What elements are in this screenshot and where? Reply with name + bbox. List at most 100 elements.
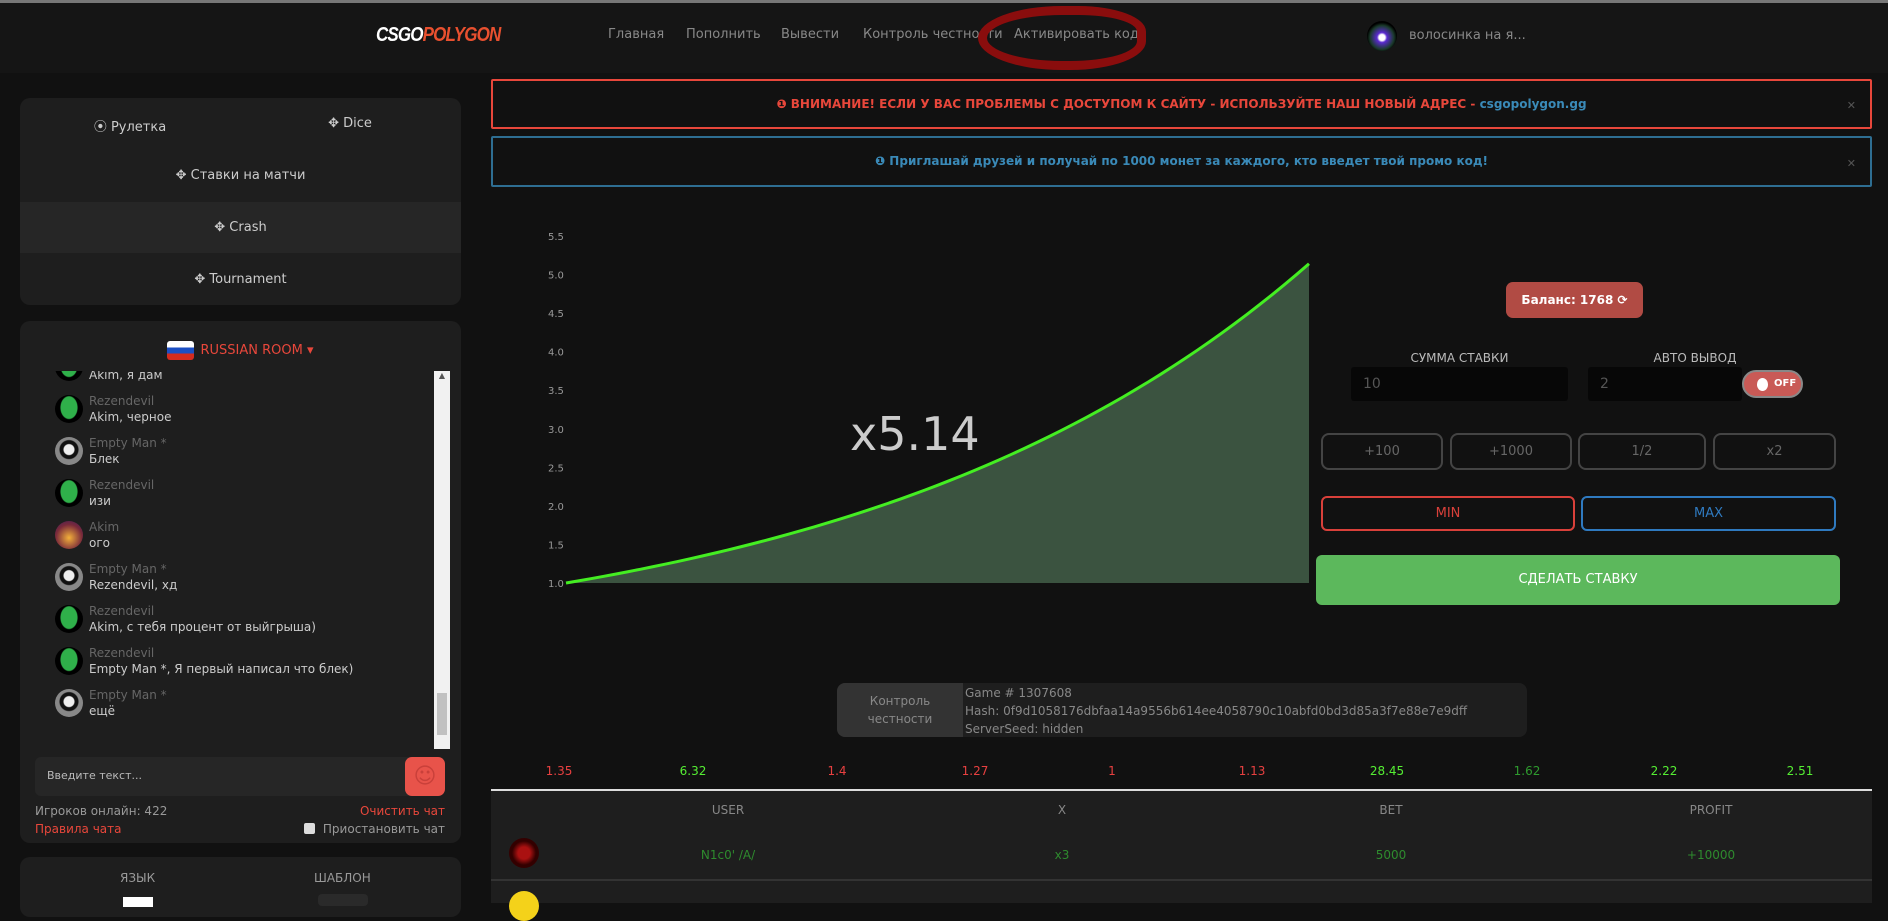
checkbox[interactable] (303, 823, 315, 834)
col-profit: PROFIT (1689, 803, 1733, 817)
double-button[interactable]: x2 (1713, 433, 1836, 470)
chat-text: Akim, с тебя процент от выйгрыша) (89, 620, 316, 634)
toggle-knob (1757, 378, 1768, 391)
half-button[interactable]: 1/2 (1578, 433, 1706, 470)
bet-amount-input[interactable]: 10 (1351, 367, 1568, 401)
language-label: ЯЗЫК (120, 871, 156, 885)
chat-text: Empty Man *, Я первый написал что блек) (89, 662, 354, 676)
chat-username[interactable]: Empty Man * (89, 562, 167, 576)
logo[interactable]: CSGOPOLYGON (376, 24, 501, 47)
user-avatar[interactable] (1367, 21, 1397, 51)
nav-withdraw[interactable]: Вывести (781, 27, 839, 42)
add-100-button[interactable]: +100 (1321, 433, 1443, 470)
row-divider (491, 879, 1872, 881)
y-tick-label: 2.0 (548, 502, 564, 513)
chat-avatar[interactable] (55, 521, 83, 549)
y-tick-label: 1.0 (548, 579, 564, 590)
history-value: 2.51 (1786, 764, 1814, 778)
chat-text: Rezendevil, хд (89, 578, 178, 592)
add-1000-button[interactable]: +1000 (1450, 433, 1572, 470)
pause-chat-checkbox[interactable]: Приостановить чат (303, 822, 445, 836)
chat-username[interactable]: Empty Man * (89, 436, 167, 450)
chat-username[interactable]: Rezendevil (89, 646, 154, 660)
chat-avatar[interactable] (55, 395, 83, 423)
game-crash[interactable]: ✥ Crash (20, 220, 461, 235)
chat-rules-link[interactable]: Правила чата (35, 822, 122, 836)
auto-cashout-toggle[interactable]: OFF (1742, 370, 1803, 398)
history-value: 6.32 (679, 764, 707, 778)
game-tournament[interactable]: ✥ Tournament (20, 272, 461, 287)
y-tick-label: 3.5 (548, 386, 564, 397)
game-matches[interactable]: ✥ Ставки на матчи (20, 168, 461, 183)
y-tick-label: 4.0 (548, 348, 564, 359)
warning-alert: ❶ ВНИМАНИЕ! ЕСЛИ У ВАС ПРОБЛЕМЫ С ДОСТУП… (491, 79, 1872, 129)
col-bet: BET (1379, 803, 1403, 817)
chat-avatar[interactable] (55, 647, 83, 675)
nav-deposit[interactable]: Пополнить (686, 27, 761, 42)
new-address-link[interactable]: csgopolygon.gg (1480, 97, 1587, 111)
chat-message: Rezendevil Akim, с тебя процент от выйгры… (35, 601, 430, 643)
game-roulette[interactable]: ⦿ Рулетка (20, 116, 240, 135)
language-select[interactable] (123, 897, 153, 907)
close-icon[interactable]: ✕ (1847, 140, 1856, 187)
chat-messages: RezendevilAkim, я дамRezendevilAkim, чер… (35, 371, 430, 749)
min-button[interactable]: MIN (1321, 496, 1575, 531)
chat-username[interactable]: Empty Man * (89, 688, 167, 702)
room-selector[interactable]: RUSSIAN ROOM ▾ (20, 341, 461, 360)
auto-cashout-input[interactable]: 2 (1588, 367, 1742, 401)
chat-message: Rezendevil Empty Man *, Я первый написал … (35, 643, 430, 685)
history-value: 1.62 (1513, 764, 1541, 778)
chat-avatar[interactable] (55, 605, 83, 633)
history-value: 1.13 (1238, 764, 1266, 778)
row-x: x3 (1054, 848, 1070, 862)
chat-message: Empty Man * ещё (35, 685, 430, 727)
chat-message: Empty Man * Rezendevil, хд (35, 559, 430, 601)
emoji-button[interactable]: ☺ (405, 757, 445, 796)
template-label: ШАБЛОН (314, 871, 371, 885)
nav-home[interactable]: Главная (608, 27, 664, 42)
bet-amount-label: СУММА СТАВКИ (1410, 351, 1509, 365)
game-dice[interactable]: ✥ Dice (240, 116, 460, 131)
chat-input[interactable]: Введите текст... (35, 757, 411, 796)
row-user[interactable]: N1c0' /A/ (701, 848, 755, 862)
chat-username[interactable]: Akim (89, 520, 119, 534)
history-value: 28.45 (1369, 764, 1405, 778)
game-hash: Hash: 0f9d1058176dbfaa14a9556b614ee40587… (965, 704, 1468, 718)
chat-avatar[interactable] (55, 479, 83, 507)
chat-username[interactable]: Rezendevil (89, 394, 154, 408)
y-tick-label: 5.5 (548, 232, 564, 243)
chat-avatar[interactable] (55, 371, 83, 381)
russia-flag-icon (167, 341, 195, 360)
fairness-info: Game # 1307608 Hash: 0f9d1058176dbfaa14a9… (965, 684, 1467, 737)
chat-avatar[interactable] (55, 689, 83, 717)
col-x: X (1057, 803, 1067, 817)
chat-avatar[interactable] (55, 437, 83, 465)
chat-text: ещё (89, 704, 116, 718)
template-select[interactable] (318, 894, 368, 906)
chat-username[interactable]: Rezendevil (89, 604, 154, 618)
y-tick-label: 4.5 (548, 309, 564, 320)
clear-chat-link[interactable]: Очистить чат (360, 804, 445, 818)
chat-scrollbar-thumb[interactable] (437, 693, 447, 735)
online-count: Игроков онлайн: 422 (35, 804, 168, 818)
fairness-button[interactable]: Контроль честности (837, 683, 963, 737)
chat-text: изи (89, 494, 111, 508)
close-icon[interactable]: ✕ (1847, 83, 1856, 129)
chat-username[interactable]: Rezendevil (89, 478, 154, 492)
history-value: 1 (1108, 764, 1116, 778)
chat-avatar[interactable] (55, 563, 83, 591)
row-profit: +10000 (1686, 848, 1736, 862)
server-seed: ServerSeed: hidden (965, 722, 1084, 736)
fairness-box: Контроль честности Game # 1307608 Hash: 0f… (837, 683, 1527, 737)
user-name[interactable]: волосинка на я... (1409, 28, 1526, 43)
game-number: Game # 1307608 (965, 686, 1072, 700)
max-button[interactable]: MAX (1581, 496, 1836, 531)
make-bet-button[interactable]: СДЕЛАТЬ СТАВКУ (1316, 555, 1840, 605)
col-user: USER (711, 803, 745, 817)
history-value: 1.35 (545, 764, 573, 778)
bets-table: USER X BET PROFIT N1c0' /A/ x3 5000 +100… (491, 791, 1872, 921)
chat-text: ого (89, 536, 110, 550)
balance-button[interactable]: Баланс: 1768 ⟳ (1506, 282, 1643, 318)
settings-panel: ЯЗЫК ШАБЛОН (20, 857, 461, 917)
y-tick-label: 3.0 (548, 425, 564, 436)
